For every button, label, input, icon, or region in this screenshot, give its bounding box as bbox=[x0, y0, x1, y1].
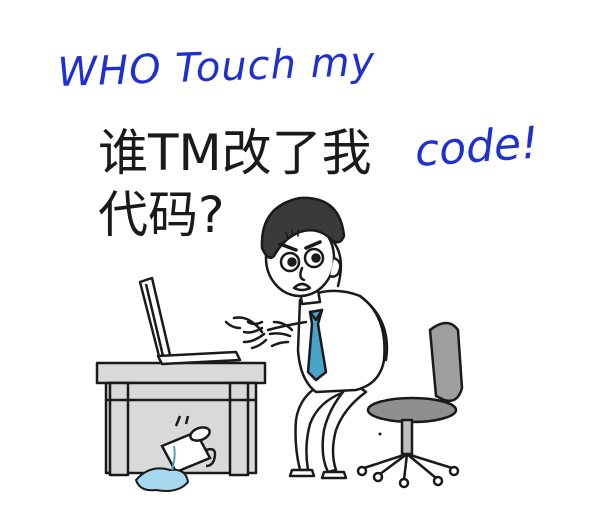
caption-chinese-line1: 谁TM改了我 bbox=[98, 124, 372, 182]
caption-chinese-line2: 代码? bbox=[98, 186, 225, 244]
laptop-icon bbox=[138, 276, 242, 366]
comic-illustration: WHO Touch my 谁TM改了我 code! 代码? bbox=[57, 39, 540, 492]
caption-english-line1: WHO Touch my bbox=[57, 39, 377, 96]
speck bbox=[378, 432, 382, 436]
caption-english-code: code! bbox=[413, 117, 540, 177]
